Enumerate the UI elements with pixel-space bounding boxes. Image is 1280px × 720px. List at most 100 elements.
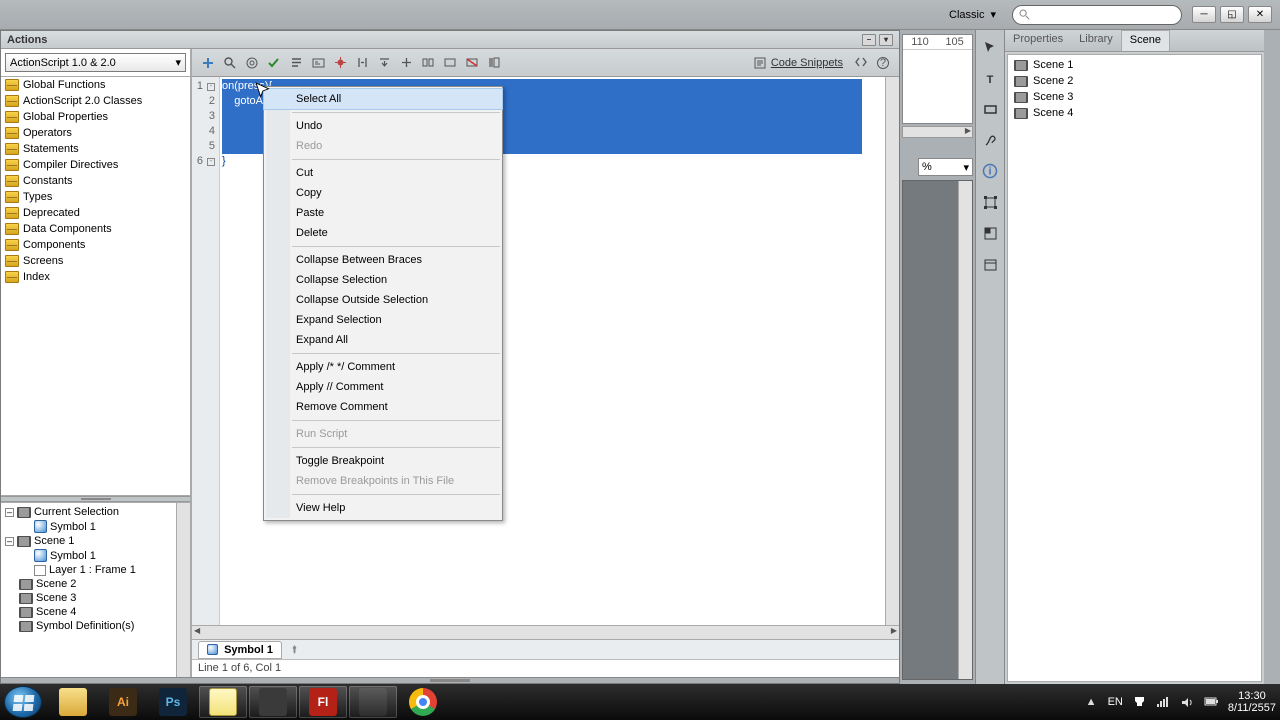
color-tool-icon[interactable]	[979, 222, 1001, 244]
tab-properties[interactable]: Properties	[1005, 30, 1071, 51]
collapse-selection-icon[interactable]	[374, 53, 394, 73]
show-hide-toolbox-icon[interactable]	[484, 53, 504, 73]
photoshop-taskbar-icon[interactable]: Ps	[149, 686, 197, 718]
panel-resize[interactable]	[1, 677, 899, 683]
find-icon[interactable]	[220, 53, 240, 73]
clock[interactable]: 13:30 8/11/2557	[1228, 690, 1276, 714]
scrollbar[interactable]	[958, 181, 972, 679]
tree-symbol[interactable]: Symbol 1	[3, 548, 188, 563]
pin-icon[interactable]	[288, 643, 301, 656]
category-item[interactable]: Screens	[1, 253, 190, 269]
panel-minimize-icon[interactable]: –	[862, 34, 876, 46]
tree-symbol-defs[interactable]: Symbol Definition(s)	[3, 619, 188, 633]
scene-item[interactable]: Scene 4	[1010, 105, 1259, 121]
start-button[interactable]	[4, 686, 42, 718]
text-tool-icon[interactable]: T	[979, 67, 1001, 89]
scrollbar[interactable]	[902, 126, 973, 138]
category-item[interactable]: Statements	[1, 141, 190, 157]
remove-comment-icon[interactable]	[462, 53, 482, 73]
category-item[interactable]: Data Components	[1, 221, 190, 237]
category-item[interactable]: Types	[1, 189, 190, 205]
tree-scene[interactable]: Scene 2	[3, 577, 188, 591]
apply-line-comment-icon[interactable]	[440, 53, 460, 73]
free-transform-tool-icon[interactable]	[979, 191, 1001, 213]
menu-item[interactable]: Undo	[264, 116, 502, 136]
menu-item[interactable]: Remove Comment	[264, 397, 502, 417]
tree-scene[interactable]: Scene 4	[3, 605, 188, 619]
tree-toggle-icon[interactable]: –	[5, 537, 14, 546]
explorer-taskbar-icon[interactable]	[49, 686, 97, 718]
minimize-button[interactable]: ─	[1192, 6, 1216, 23]
category-item[interactable]: Global Properties	[1, 109, 190, 125]
category-item[interactable]: ActionScript 2.0 Classes	[1, 93, 190, 109]
category-item[interactable]: Compiler Directives	[1, 157, 190, 173]
menu-item[interactable]: Apply /* */ Comment	[264, 357, 502, 377]
volume-icon[interactable]	[1180, 695, 1195, 710]
tree-toggle-icon[interactable]: –	[5, 508, 14, 517]
tree-current-selection[interactable]: –Current Selection	[3, 505, 188, 519]
menu-item[interactable]: Expand Selection	[264, 310, 502, 330]
tab-library[interactable]: Library	[1071, 30, 1121, 51]
scene-item[interactable]: Scene 3	[1010, 89, 1259, 105]
category-item[interactable]: Constants	[1, 173, 190, 189]
add-script-icon[interactable]	[198, 53, 218, 73]
chrome-taskbar-icon[interactable]	[399, 686, 447, 718]
menu-item[interactable]: Toggle Breakpoint	[264, 451, 502, 471]
reference-icon[interactable]	[851, 53, 871, 73]
menu-item[interactable]: Collapse Between Braces	[264, 250, 502, 270]
category-item[interactable]: Index	[1, 269, 190, 285]
collapse-between-icon[interactable]	[352, 53, 372, 73]
tree-scene[interactable]: Scene 3	[3, 591, 188, 605]
illustrator-taskbar-icon[interactable]: Ai	[99, 686, 147, 718]
language-selector[interactable]: ActionScript 1.0 & 2.0 ▾	[5, 53, 186, 72]
auto-format-icon[interactable]	[286, 53, 306, 73]
code-snippets-link[interactable]: Code Snippets	[747, 56, 849, 70]
scrollbar[interactable]	[192, 625, 899, 639]
search-input[interactable]	[1012, 5, 1182, 25]
action-center-icon[interactable]	[1132, 695, 1147, 710]
tray-up-icon[interactable]: ▲	[1084, 695, 1099, 710]
menu-item[interactable]: Collapse Outside Selection	[264, 290, 502, 310]
target-path-icon[interactable]	[242, 53, 262, 73]
selection-tool-icon[interactable]	[979, 36, 1001, 58]
menu-item[interactable]: Select All	[264, 89, 502, 109]
debug-options-icon[interactable]	[330, 53, 350, 73]
tab-scene[interactable]: Scene	[1121, 30, 1170, 51]
check-syntax-icon[interactable]	[264, 53, 284, 73]
deco-tool-icon[interactable]	[979, 129, 1001, 151]
library-tool-icon[interactable]	[979, 253, 1001, 275]
notepad-taskbar-icon[interactable]	[199, 686, 247, 718]
menu-item[interactable]: View Help	[264, 498, 502, 518]
menu-item[interactable]: Copy	[264, 183, 502, 203]
network-icon[interactable]	[1156, 695, 1171, 710]
menu-item[interactable]: Expand All	[264, 330, 502, 350]
rectangle-tool-icon[interactable]	[979, 98, 1001, 120]
category-item[interactable]: Deprecated	[1, 205, 190, 221]
workspace-selector[interactable]: Classic ▾	[941, 5, 1004, 24]
close-button[interactable]: ✕	[1248, 6, 1272, 23]
scrollbar[interactable]	[885, 77, 899, 625]
tree-symbol[interactable]: Symbol 1	[3, 519, 188, 534]
scene-item[interactable]: Scene 1	[1010, 57, 1259, 73]
category-item[interactable]: Components	[1, 237, 190, 253]
language-indicator[interactable]: EN	[1108, 696, 1123, 708]
menu-item[interactable]: Paste	[264, 203, 502, 223]
document-tab[interactable]: Symbol 1	[198, 641, 282, 659]
info-tool-icon[interactable]: i	[979, 160, 1001, 182]
folder-taskbar-icon[interactable]	[349, 686, 397, 718]
scene-item[interactable]: Scene 2	[1010, 73, 1259, 89]
tree-scene[interactable]: –Scene 1	[3, 534, 188, 548]
help-icon[interactable]: ?	[873, 53, 893, 73]
timeline-fragment[interactable]: 110 105	[902, 34, 973, 124]
maximize-button[interactable]: ◱	[1220, 6, 1244, 23]
flash-taskbar-icon[interactable]: Fl	[299, 686, 347, 718]
menu-item[interactable]: Collapse Selection	[264, 270, 502, 290]
menu-item[interactable]: Cut	[264, 163, 502, 183]
apply-block-comment-icon[interactable]	[418, 53, 438, 73]
tree-frame[interactable]: Layer 1 : Frame 1	[3, 563, 188, 577]
category-item[interactable]: Global Functions	[1, 77, 190, 93]
scrollbar[interactable]	[176, 503, 190, 677]
code-hint-icon[interactable]	[308, 53, 328, 73]
stage[interactable]	[902, 180, 973, 680]
app-taskbar-icon[interactable]	[249, 686, 297, 718]
